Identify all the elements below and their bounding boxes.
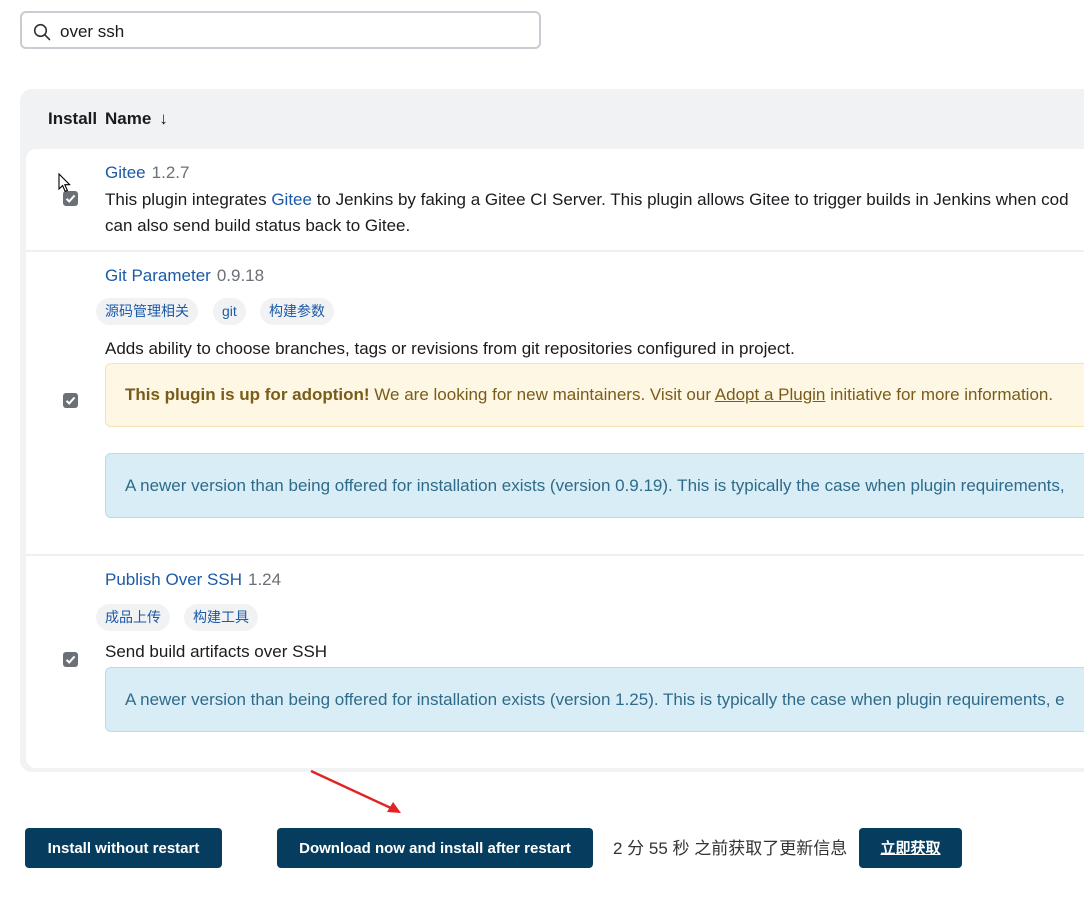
description-text: to Jenkins by faking a Gitee CI Server. … [311, 190, 1069, 209]
column-header-name[interactable]: Name ↓ [105, 109, 168, 129]
plugin-name-link[interactable]: Gitee 1.2.7 [105, 163, 189, 183]
plugin-name[interactable]: Git Parameter [105, 266, 211, 285]
check-icon [65, 655, 76, 664]
sort-indicator: ↓ [159, 109, 168, 128]
plugin-description: Send build artifacts over SSH [105, 642, 328, 661]
install-checkbox[interactable] [63, 652, 78, 667]
fetch-now-button[interactable]: 立即获取 [859, 828, 962, 868]
newer-version-notice: A newer version than being offered for i… [105, 667, 1084, 732]
plugin-version: 1.24 [248, 570, 282, 589]
update-timestamp-text: 2 分 55 秒 之前获取了更新信息 [613, 839, 848, 858]
category-tag[interactable]: 构建参数 [260, 298, 334, 325]
plugin-description: Adds ability to choose branches, tags or… [105, 339, 795, 358]
column-header-name-label: Name [105, 109, 152, 128]
table-row: Publish Over SSH 1.24 成品上传 构建工具 Send buil… [26, 556, 1084, 768]
plugin-name-link[interactable]: Git Parameter 0.9.18 [105, 266, 264, 286]
adoption-warning: This plugin is up for adoption! We are l… [105, 363, 1084, 427]
table-header: Install Name ↓ [20, 89, 1084, 149]
red-arrow-icon [310, 769, 401, 813]
plugin-table: Install Name ↓ Gitee 1.2.7 This plugin int… [20, 89, 1084, 772]
table-row: Gitee 1.2.7 This plugin integrates Gitee … [26, 149, 1084, 252]
description-text: This plugin integrates [105, 190, 272, 209]
table-body: Gitee 1.2.7 This plugin integrates Gitee … [26, 149, 1084, 768]
category-tag[interactable]: 源码管理相关 [96, 298, 198, 325]
adopt-a-plugin-link[interactable]: Adopt a Plugin [715, 385, 826, 404]
plugin-name[interactable]: Publish Over SSH [105, 570, 242, 589]
category-tag[interactable]: 成品上传 [96, 604, 170, 631]
plugin-name-link[interactable]: Publish Over SSH 1.24 [105, 570, 281, 590]
plugin-version: 0.9.18 [216, 266, 265, 285]
plugin-search-box[interactable] [20, 11, 541, 49]
check-icon [65, 194, 76, 203]
install-without-restart-button[interactable]: Install without restart [25, 828, 222, 868]
newer-version-notice: A newer version than being offered for i… [105, 453, 1084, 518]
plugin-name[interactable]: Gitee [105, 163, 146, 182]
search-icon [33, 23, 51, 41]
install-checkbox[interactable] [63, 191, 78, 206]
mouse-cursor-icon [58, 173, 71, 193]
adoption-text: We are looking for new maintainers. Visi… [369, 385, 715, 404]
adoption-text: initiative for more information. [825, 385, 1054, 404]
download-install-after-restart-button[interactable]: Download now and install after restart [277, 828, 593, 868]
gitee-link[interactable]: Gitee [271, 190, 312, 209]
check-icon [65, 396, 76, 405]
adoption-heading: This plugin is up for adoption! [125, 385, 370, 404]
search-input[interactable] [58, 19, 532, 45]
category-tag[interactable]: git [213, 298, 246, 325]
plugin-version: 1.2.7 [151, 163, 190, 182]
column-header-install[interactable]: Install [48, 109, 97, 129]
plugin-description: This plugin integrates Gitee to Jenkins … [105, 187, 1069, 239]
table-row: Git Parameter 0.9.18 源码管理相关 git 构建参数 Adds… [26, 252, 1084, 556]
category-tag[interactable]: 构建工具 [184, 604, 258, 631]
description-text: can also send build status back to Gitee… [105, 216, 411, 235]
install-checkbox[interactable] [63, 393, 78, 408]
